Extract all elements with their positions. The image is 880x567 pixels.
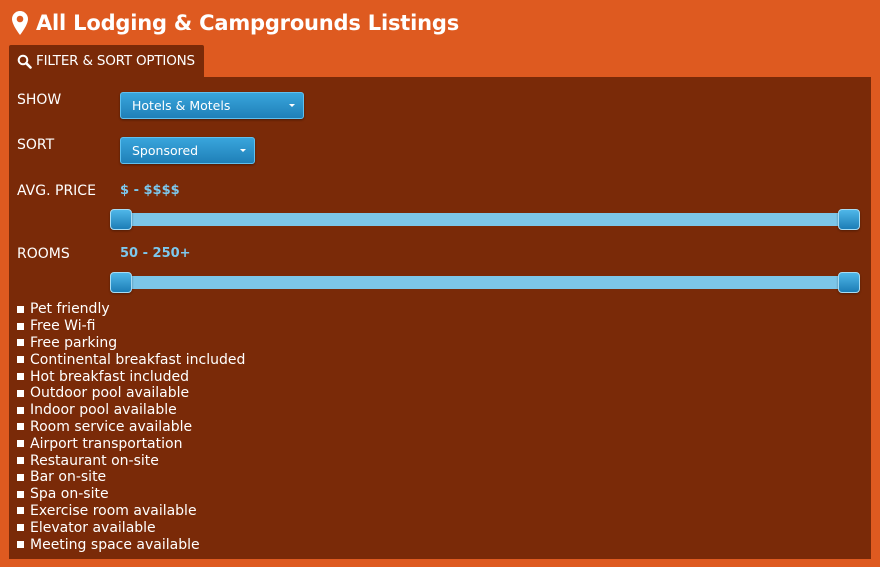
amenity-label: Room service available: [30, 418, 193, 435]
tab-filter-sort[interactable]: FILTER & SORT OPTIONS: [9, 45, 204, 77]
checkbox-icon[interactable]: [17, 305, 24, 313]
amenity-label: Indoor pool available: [30, 402, 177, 419]
amenity-label: Continental breakfast included: [30, 351, 246, 368]
amenity-label: Airport transportation: [30, 435, 183, 452]
amenity-label: Bar on-site: [30, 469, 107, 486]
amenity-label: Restaurant on-site: [30, 452, 159, 469]
filter-panel: SHOW Hotels & Motels SORT Sponsored AVG.…: [9, 77, 871, 559]
checkbox-icon[interactable]: [17, 356, 24, 364]
sort-select[interactable]: Sponsored: [120, 137, 255, 164]
show-label: SHOW: [17, 92, 62, 108]
amenity-option[interactable]: Pet friendly: [17, 301, 245, 318]
rooms-range-value: 50 - 250+: [120, 246, 191, 261]
checkbox-icon[interactable]: [17, 490, 24, 498]
checkbox-icon[interactable]: [17, 322, 24, 330]
checkbox-icon[interactable]: [17, 541, 24, 549]
tab-label: FILTER & SORT OPTIONS: [36, 53, 195, 69]
amenity-option[interactable]: Free Wi-fi: [17, 318, 245, 335]
price-slider-track[interactable]: [120, 213, 850, 226]
amenity-option[interactable]: Free parking: [17, 335, 245, 352]
checkbox-icon[interactable]: [17, 389, 24, 397]
checkbox-icon[interactable]: [17, 339, 24, 347]
search-icon: [17, 54, 32, 69]
chevron-down-icon: [240, 149, 246, 152]
amenity-option[interactable]: Restaurant on-site: [17, 452, 245, 469]
amenity-label: Spa on-site: [30, 486, 109, 503]
amenity-label: Elevator available: [30, 519, 156, 536]
map-pin-icon: [12, 11, 28, 35]
sort-select-value: Sponsored: [132, 143, 199, 158]
checkbox-icon[interactable]: [17, 473, 24, 481]
checkbox-icon[interactable]: [17, 457, 24, 465]
sort-label: SORT: [17, 137, 55, 153]
amenity-option[interactable]: Spa on-site: [17, 486, 245, 503]
amenity-label: Free Wi-fi: [30, 318, 96, 335]
amenity-label: Outdoor pool available: [30, 385, 190, 402]
show-select-value: Hotels & Motels: [132, 98, 231, 113]
price-slider[interactable]: [110, 209, 860, 230]
amenity-option[interactable]: Room service available: [17, 419, 245, 436]
show-select[interactable]: Hotels & Motels: [120, 92, 304, 119]
price-slider-min-handle[interactable]: [110, 209, 132, 230]
amenity-option[interactable]: Elevator available: [17, 519, 245, 536]
amenity-option[interactable]: Meeting space available: [17, 536, 245, 553]
checkbox-icon[interactable]: [17, 373, 24, 381]
rooms-slider-min-handle[interactable]: [110, 272, 132, 293]
checkbox-icon[interactable]: [17, 440, 24, 448]
amenities-list: Pet friendly Free Wi-fi Free parking Contin…: [17, 301, 245, 553]
price-label: AVG. PRICE: [17, 183, 96, 199]
checkbox-icon[interactable]: [17, 507, 24, 515]
amenity-label: Pet friendly: [30, 301, 110, 318]
price-slider-max-handle[interactable]: [838, 209, 860, 230]
checkbox-icon[interactable]: [17, 406, 24, 414]
amenity-option[interactable]: Bar on-site: [17, 469, 245, 486]
rooms-slider[interactable]: [110, 272, 860, 293]
amenity-label: Exercise room available: [30, 502, 197, 519]
page-header: All Lodging & Campgrounds Listings: [12, 8, 459, 38]
rooms-slider-track[interactable]: [120, 276, 850, 289]
checkbox-icon[interactable]: [17, 524, 24, 532]
amenity-option[interactable]: Airport transportation: [17, 435, 245, 452]
chevron-down-icon: [289, 104, 295, 107]
amenity-option[interactable]: Indoor pool available: [17, 402, 245, 419]
price-range-value: $ - $$$$: [120, 183, 180, 198]
rooms-label: ROOMS: [17, 246, 70, 262]
page-title: All Lodging & Campgrounds Listings: [36, 11, 460, 35]
amenity-label: Free parking: [30, 334, 118, 351]
amenity-option[interactable]: Continental breakfast included: [17, 351, 245, 368]
rooms-slider-max-handle[interactable]: [838, 272, 860, 293]
checkbox-icon[interactable]: [17, 423, 24, 431]
amenity-option[interactable]: Hot breakfast included: [17, 368, 245, 385]
amenity-option[interactable]: Exercise room available: [17, 503, 245, 520]
amenity-label: Meeting space available: [30, 536, 200, 553]
amenity-option[interactable]: Outdoor pool available: [17, 385, 245, 402]
amenity-label: Hot breakfast included: [30, 368, 190, 385]
